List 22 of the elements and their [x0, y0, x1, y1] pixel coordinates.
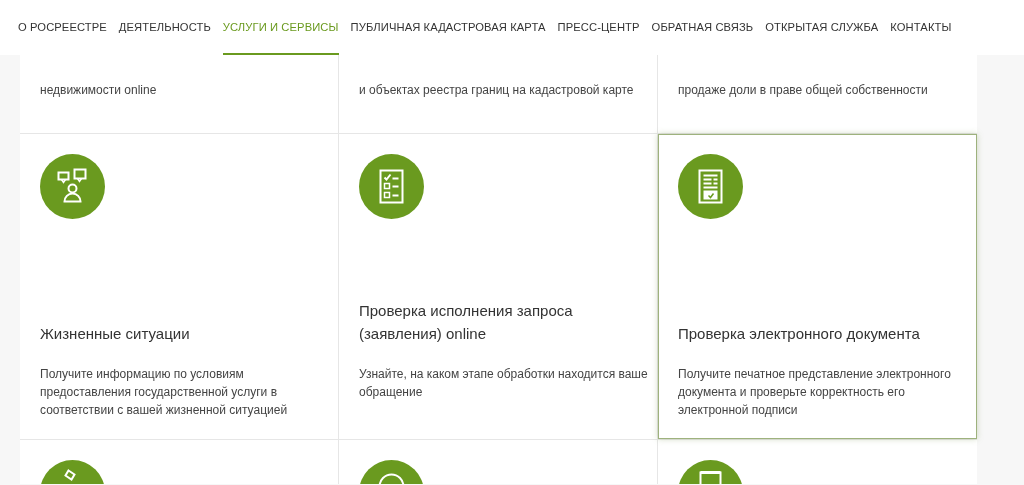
- card-description: Узнайте, на каком этапе обработки находится ваше обращение: [359, 366, 649, 401]
- service-card[interactable]: и объектах реестра границ на кадастровой карте: [339, 55, 657, 133]
- card-title: Проверка исполнения запроса (заявления) online: [359, 301, 574, 344]
- nav-link[interactable]: ПУБЛИЧНАЯ КАДАСТРОВАЯ КАРТА: [350, 0, 546, 55]
- nav-link[interactable]: ПРЕСС-ЦЕНТР: [557, 0, 640, 55]
- service-card[interactable]: Проверка электронного документа Получите печатное представление электронного документа и проверьте корректность его электронной подписи: [658, 134, 977, 439]
- nav-link[interactable]: ОБРАТНАЯ СВЯЗЬ: [651, 0, 754, 55]
- service-card[interactable]: недвижимости online: [20, 55, 338, 133]
- card-description: Получите печатное представление электронного документа и проверьте корректность его электронной подписи: [678, 366, 952, 419]
- nav-link[interactable]: ДЕЯТЕЛЬНОСТЬ: [118, 0, 211, 55]
- service-card[interactable]: продаже доли в праве общей собственности: [658, 55, 977, 133]
- card-description: и объектах реестра границ на кадастровой карте: [359, 82, 635, 99]
- nav-link[interactable]: ОТКРЫТАЯ СЛУЖБА: [765, 0, 879, 55]
- service-card[interactable]: Жизненные ситуации Получите информацию по условиям предоставления государственной услуги в соответствии с вашей жизненной ситуацией: [20, 134, 338, 439]
- card-title: Жизненные ситуации: [40, 324, 191, 344]
- card-description: Получите информацию по условиям предоставления государственной услуги в соответствии с вашей жизненной ситуацией: [40, 366, 289, 419]
- card-description: недвижимости online: [40, 82, 158, 99]
- nav-link[interactable]: КОНТАКТЫ: [890, 0, 952, 55]
- service-card[interactable]: Проверка исполнения запроса (заявления) online Узнайте, на каком этапе обработки находится ваше обращение: [339, 134, 657, 439]
- card-description: продаже доли в праве общей собственности: [678, 82, 929, 99]
- nav-link[interactable]: О РОСРЕЕСТРЕ: [18, 0, 107, 55]
- card-title: Проверка электронного документа: [678, 324, 921, 344]
